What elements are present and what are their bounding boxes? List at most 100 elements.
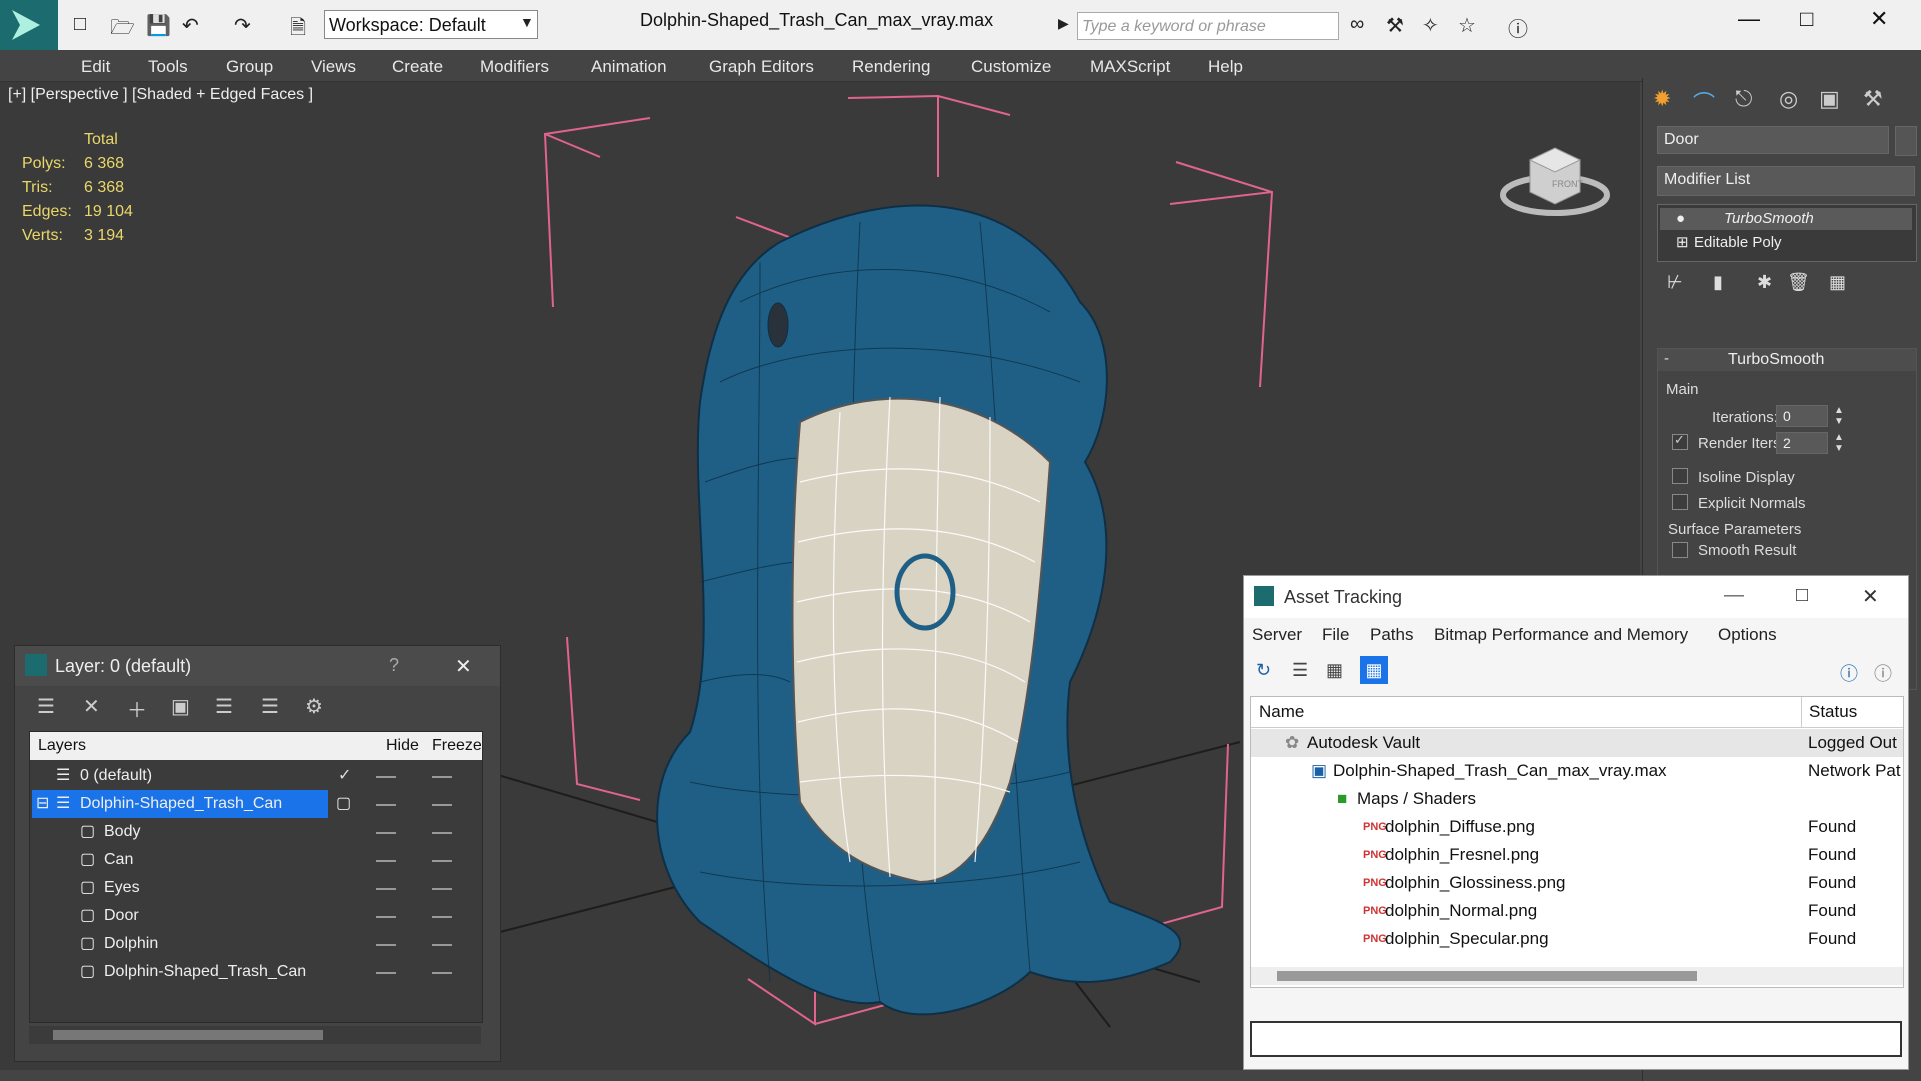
col-status[interactable]: Status [1809, 697, 1857, 727]
utilities-tab-icon[interactable]: ⚒ [1863, 86, 1883, 112]
maximize-icon[interactable]: □ [1800, 6, 1813, 32]
menu-animation[interactable]: Animation [591, 57, 667, 77]
chevron-down-icon[interactable]: ▼ [520, 14, 534, 30]
modify-tab-icon[interactable]: ⌒ [1693, 86, 1715, 118]
redo-icon[interactable]: ↷ [234, 13, 251, 38]
create-tab-icon[interactable]: ✹ [1653, 86, 1671, 112]
asset-horizontal-scrollbar[interactable] [1251, 967, 1903, 985]
modifier-turbosmooth[interactable]: ● TurboSmooth [1660, 208, 1912, 230]
layer-row-selected[interactable]: ⊟ ☰ Dolphin-Shaped_Trash_Can ▢ [30, 790, 482, 818]
viewport-label[interactable]: [+] [Perspective ] [Shaded + Edged Faces… [8, 86, 313, 104]
configure-sets-icon[interactable]: ▦ [1829, 272, 1846, 293]
remove-modifier-icon[interactable]: 🗑 [1787, 272, 1810, 293]
close-icon[interactable]: ✕ [1870, 6, 1888, 32]
layer-help-button[interactable]: ? [389, 655, 399, 676]
asset-menu-file[interactable]: File [1322, 625, 1349, 645]
layer-object-row[interactable]: ▢ Door [30, 902, 482, 930]
col-name[interactable]: Name [1259, 697, 1304, 727]
add-layer-icon[interactable]: ＋ [127, 694, 147, 723]
asset-path-field[interactable] [1250, 1021, 1902, 1057]
explicit-normals-checkbox[interactable] [1672, 494, 1688, 510]
display-tab-icon[interactable]: ▣ [1819, 86, 1840, 112]
menu-views[interactable]: Views [311, 57, 356, 77]
hierarchy-tab-icon[interactable]: ⎋ [1735, 86, 1752, 112]
help-icon[interactable]: ⓘ [1508, 13, 1528, 42]
rollout-header[interactable]: - TurboSmooth [1658, 349, 1916, 371]
layer-object-row[interactable]: ▢ Can [30, 846, 482, 874]
layer-object-row[interactable]: ▢ Body [30, 818, 482, 846]
menu-group[interactable]: Group [226, 57, 273, 77]
asset-close-icon[interactable]: ✕ [1862, 584, 1879, 609]
modifier-list-dropdown[interactable]: Modifier List [1657, 166, 1915, 196]
isoline-checkbox[interactable] [1672, 468, 1688, 484]
list-view-icon[interactable]: ☰ [1292, 660, 1308, 681]
layer-settings-icon[interactable]: ⚙ [305, 694, 323, 719]
render-iters-checkbox[interactable]: ✓ [1672, 432, 1688, 450]
asset-row[interactable]: PNG dolphin_Fresnel.png Found [1251, 841, 1903, 869]
app-logo-icon[interactable] [0, 0, 58, 50]
move-to-layer-icon[interactable]: ☰ [261, 694, 279, 719]
menu-modifiers[interactable]: Modifiers [480, 57, 549, 77]
thumbnail-view-icon[interactable]: ▦ [1326, 660, 1343, 681]
make-unique-icon[interactable]: ✱ [1757, 272, 1772, 293]
new-file-icon[interactable]: □ [74, 13, 86, 36]
play-arrow-icon[interactable]: ▶ [1058, 15, 1069, 32]
key-tools-icon[interactable]: ⚒ [1386, 13, 1404, 38]
asset-row[interactable]: PNG dolphin_Specular.png Found [1251, 925, 1903, 953]
layer-object-row[interactable]: ▢ Dolphin-Shaped_Trash_Can [30, 958, 482, 986]
asset-row[interactable]: PNG dolphin_Normal.png Found [1251, 897, 1903, 925]
minimize-icon[interactable]: — [1738, 6, 1760, 32]
save-icon[interactable]: 💾 [146, 13, 171, 38]
menu-rendering[interactable]: Rendering [852, 57, 930, 77]
favorites-star-icon[interactable]: ☆ [1458, 13, 1476, 38]
asset-row[interactable]: PNG dolphin_Diffuse.png Found [1251, 813, 1903, 841]
layer-window-header[interactable]: Layer: 0 (default) ? ✕ [15, 646, 500, 686]
make-active-icon[interactable]: ▢ [336, 790, 351, 818]
asset-row[interactable]: ✿ Autodesk Vault Logged Out [1251, 729, 1903, 757]
layer-stack-icon[interactable]: ☰ [37, 694, 55, 719]
layer-close-icon[interactable]: ✕ [455, 654, 472, 679]
asset-menu-paths[interactable]: Paths [1370, 625, 1413, 645]
layer-object-row[interactable]: ▢ Eyes [30, 874, 482, 902]
spinner-arrows-icon[interactable]: ▲ ▼ [1834, 405, 1844, 427]
vault-info-icon[interactable]: ⓘ [1874, 660, 1892, 686]
spinner-arrows-icon[interactable]: ▲ ▼ [1834, 432, 1844, 454]
col-freeze[interactable]: Freeze [432, 732, 482, 760]
layer-object-row[interactable]: ▢ Dolphin [30, 930, 482, 958]
asset-minimize-icon[interactable]: — [1724, 584, 1744, 607]
open-file-icon[interactable]: 🗁 [110, 13, 135, 47]
pin-stack-icon[interactable]: ⊬ [1667, 272, 1683, 293]
object-name-field[interactable]: Door [1657, 126, 1889, 154]
expand-plus-icon[interactable]: ⊞ [1676, 232, 1689, 254]
col-layers[interactable]: Layers [38, 732, 86, 760]
asset-menu-server[interactable]: Server [1252, 625, 1302, 645]
dolphin-eye[interactable] [767, 302, 789, 348]
asset-menu-bitmap[interactable]: Bitmap Performance and Memory [1434, 625, 1688, 645]
table-view-icon[interactable]: ▦ [1360, 656, 1388, 684]
layer-row[interactable]: ☰ 0 (default) ✓ [30, 762, 482, 790]
col-hide[interactable]: Hide [386, 732, 419, 760]
menu-tools[interactable]: Tools [148, 57, 188, 77]
binoculars-icon[interactable]: ∞ [1350, 13, 1364, 36]
menu-edit[interactable]: Edit [81, 57, 110, 77]
motion-tab-icon[interactable]: ◎ [1779, 86, 1798, 112]
modifier-editable-poly[interactable]: ⊞ Editable Poly [1660, 232, 1912, 254]
menu-create[interactable]: Create [392, 57, 443, 77]
menu-graph-editors[interactable]: Graph Editors [709, 57, 814, 77]
object-color-swatch[interactable] [1895, 126, 1917, 156]
delete-layer-icon[interactable]: ✕ [83, 694, 100, 719]
layer-horizontal-scrollbar[interactable] [29, 1026, 481, 1044]
show-end-result-icon[interactable]: ▮ [1713, 272, 1723, 293]
asset-menu-options[interactable]: Options [1718, 625, 1777, 645]
menu-maxscript[interactable]: MAXScript [1090, 57, 1170, 77]
asset-maximize-icon[interactable]: □ [1796, 584, 1808, 607]
collapse-icon[interactable]: - [1664, 350, 1669, 367]
highlight-layer-icon[interactable]: ☰ [215, 694, 233, 719]
menu-customize[interactable]: Customize [971, 57, 1051, 77]
asset-window-header[interactable]: Asset Tracking — □ ✕ [1244, 576, 1908, 618]
asset-row[interactable]: ▣ Dolphin-Shaped_Trash_Can_max_vray.max … [1251, 757, 1903, 785]
active-check-icon[interactable]: ✓ [338, 762, 351, 790]
undo-icon[interactable]: ↶ [182, 13, 199, 38]
vault-help-icon[interactable]: ⓘ [1840, 660, 1858, 686]
smooth-result-checkbox[interactable] [1672, 542, 1688, 558]
